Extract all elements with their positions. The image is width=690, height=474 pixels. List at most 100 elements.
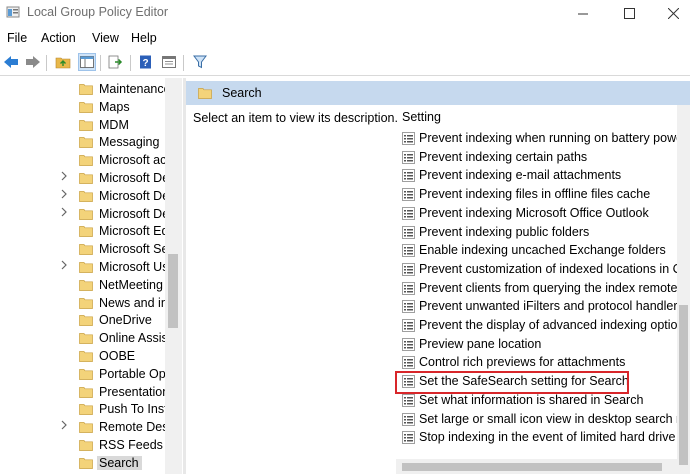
chevron-right-icon[interactable] [60, 189, 70, 203]
chevron-right-icon[interactable] [60, 260, 70, 274]
menu-file[interactable]: File [7, 31, 27, 45]
setting-row[interactable]: Prevent the display of advanced indexing… [400, 316, 690, 335]
column-header-setting[interactable]: Setting [402, 110, 441, 124]
folder-icon [198, 88, 212, 99]
settings-scroll-thumb[interactable] [679, 305, 688, 465]
setting-label: Prevent the display of advanced indexing… [419, 318, 690, 332]
tree-item-label: Presentation [99, 384, 165, 399]
tree-item[interactable]: OneDrive [0, 311, 165, 329]
tree-item-label: OOBE [99, 349, 136, 363]
setting-row[interactable]: Prevent indexing certain paths [400, 148, 680, 167]
tree-item[interactable]: Online Assist [0, 329, 165, 347]
folder-icon [79, 279, 93, 291]
setting-label: Prevent indexing when running on battery… [419, 131, 690, 145]
policy-setting-icon [402, 169, 415, 183]
tree-vertical-scrollbar[interactable] [165, 78, 182, 474]
setting-row[interactable]: Enable indexing uncached Exchange folder… [400, 241, 680, 260]
setting-row[interactable]: Control rich previews for attachments [400, 353, 680, 372]
setting-row[interactable]: Prevent indexing e-mail attachments [400, 166, 680, 185]
tree-item[interactable]: Messaging [0, 133, 165, 151]
setting-row[interactable]: Prevent clients from querying the index … [400, 279, 687, 298]
tree-scroll-thumb[interactable] [168, 254, 178, 328]
up-one-level-button[interactable] [54, 53, 72, 71]
tree-item-label: Remote Desk [99, 420, 165, 435]
setting-row[interactable]: Stop indexing in the event of limited ha… [400, 428, 690, 447]
minimize-button[interactable] [560, 0, 606, 26]
policy-setting-icon [402, 244, 415, 258]
tree-item[interactable]: News and int [0, 294, 165, 312]
setting-label: Control rich previews for attachments [419, 355, 626, 370]
svg-text:?: ? [142, 58, 148, 69]
settings-list: Setting Prevent indexing when running on… [396, 105, 690, 474]
back-button[interactable] [2, 53, 20, 71]
forward-arrow-icon [26, 56, 40, 68]
minimize-icon [577, 13, 588, 14]
setting-label: Prevent customization of indexed locatio… [419, 261, 690, 276]
setting-row[interactable]: Prevent customization of indexed locatio… [400, 260, 690, 279]
menu-help[interactable]: Help [131, 31, 157, 45]
tree-item[interactable]: Microsoft De [0, 169, 165, 187]
pane-header: Search [186, 81, 690, 105]
tree-item[interactable]: RSS Feeds [0, 436, 165, 454]
settings-vertical-scrollbar[interactable] [677, 105, 690, 474]
maximize-button[interactable] [606, 0, 652, 26]
close-button[interactable] [650, 0, 690, 26]
policy-setting-icon [402, 337, 415, 351]
policy-setting-icon [402, 206, 415, 220]
help-button[interactable]: ? [137, 53, 155, 71]
policy-setting-icon [402, 262, 415, 276]
close-icon [667, 7, 679, 19]
policy-setting-icon [402, 319, 415, 332]
settings-hscroll-thumb[interactable] [402, 463, 662, 471]
tree-item[interactable]: Microsoft De [0, 205, 165, 223]
show-hide-tree-button[interactable] [78, 53, 96, 71]
export-list-button[interactable] [107, 53, 125, 71]
properties-button[interactable] [160, 53, 178, 71]
tree-item[interactable]: OOBE [0, 347, 165, 365]
settings-horizontal-scrollbar[interactable] [396, 459, 677, 474]
tree-item[interactable]: Microsoft Us [0, 258, 165, 276]
setting-row[interactable]: Prevent indexing files in offline files … [400, 185, 680, 204]
tree-item[interactable]: Presentation [0, 383, 165, 401]
tree-item[interactable]: Portable Ope [0, 365, 165, 383]
setting-label: Set large or small icon view in desktop … [419, 411, 690, 426]
tree-item[interactable]: Remote Desk [0, 418, 165, 436]
setting-row[interactable]: Prevent indexing public folders [400, 223, 680, 242]
tree-item[interactable]: Maps [0, 98, 165, 116]
folder-icon [79, 368, 93, 380]
tree-item[interactable]: Maintenance [0, 80, 165, 98]
setting-row[interactable]: Preview pane location [400, 335, 680, 354]
toolbar-separator [183, 55, 184, 71]
highlight-annotation-box [395, 371, 629, 394]
setting-row[interactable]: Set large or small icon view in desktop … [400, 410, 690, 429]
chevron-right-icon[interactable] [60, 420, 70, 434]
tree-item[interactable]: Microsoft Se [0, 240, 165, 258]
tree-item[interactable]: Microsoft Ed [0, 222, 165, 240]
title-bar: Local Group Policy Editor [0, 0, 690, 26]
chevron-right-icon[interactable] [60, 207, 70, 221]
setting-row[interactable]: Prevent indexing when running on battery… [400, 129, 690, 148]
tree-item[interactable]: Microsoft ac [0, 151, 165, 169]
menu-view[interactable]: View [92, 31, 119, 45]
filter-button[interactable] [191, 53, 209, 71]
policy-setting-icon [402, 431, 415, 445]
tree-item[interactable]: Microsoft De [0, 187, 165, 205]
menu-action[interactable]: Action [41, 31, 76, 45]
tree-item[interactable]: NetMeeting [0, 276, 165, 294]
setting-label: Preview pane location [419, 336, 542, 351]
forward-button[interactable] [24, 53, 42, 71]
folder-icon [79, 243, 93, 256]
tree-item[interactable]: Push To Insta [0, 400, 165, 418]
maximize-icon [623, 7, 635, 19]
tree-item[interactable]: MDM [0, 116, 165, 134]
tree-item-label: OneDrive [99, 313, 152, 328]
policy-setting-icon [402, 150, 415, 164]
setting-row[interactable]: Prevent unwanted iFilters and protocol h… [400, 297, 684, 316]
tree-item[interactable]: Search [0, 454, 165, 472]
pane-header-title: Search [222, 86, 262, 100]
tree-item-label: NetMeeting [99, 277, 163, 292]
chevron-right-icon[interactable] [60, 171, 70, 185]
tree-item-label: Search [97, 455, 142, 470]
folder-icon [79, 119, 93, 131]
setting-row[interactable]: Prevent indexing Microsoft Office Outloo… [400, 204, 680, 223]
